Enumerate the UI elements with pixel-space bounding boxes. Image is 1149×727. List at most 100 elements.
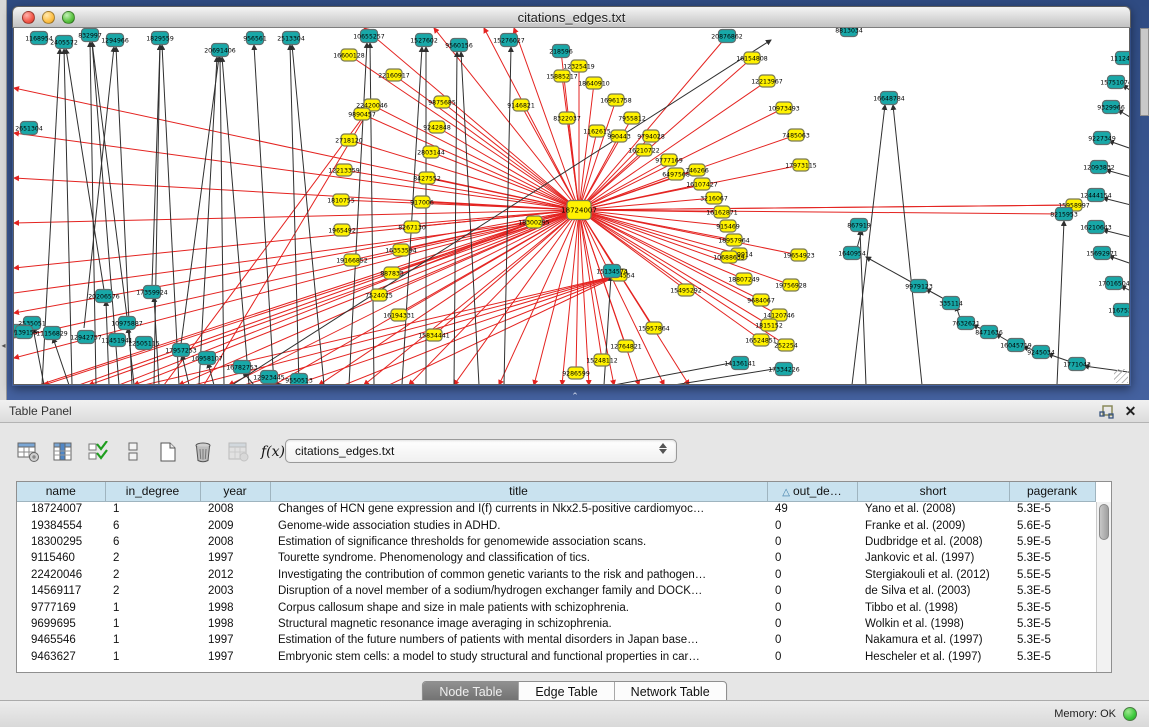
- network-node[interactable]: 16648784: [873, 92, 905, 105]
- network-node[interactable]: 917006: [410, 196, 434, 208]
- network-node[interactable]: 9242848: [423, 121, 451, 133]
- table-row[interactable]: 977716911998Corpus callosum shape and si…: [17, 599, 1095, 615]
- scrollbar-thumb[interactable]: [1099, 504, 1109, 540]
- network-node[interactable]: 2803144: [417, 146, 445, 158]
- network-node[interactable]: 8427552: [413, 172, 441, 184]
- table-row[interactable]: 1938455462009Genome-wide association stu…: [17, 517, 1095, 533]
- network-node[interactable]: 20876862: [711, 30, 743, 43]
- node-table-header[interactable]: namein_degreeyeartitle△out_de…shortpager…: [17, 482, 1095, 501]
- close-button[interactable]: [22, 11, 35, 24]
- network-node[interactable]: 12444154: [1080, 189, 1112, 202]
- network-node[interactable]: 218596: [549, 45, 573, 58]
- network-node[interactable]: 17359924: [136, 286, 168, 299]
- network-node[interactable]: 18957964: [718, 234, 750, 246]
- delete-table-icon[interactable]: [191, 441, 215, 463]
- network-node[interactable]: 16210643: [1080, 221, 1112, 234]
- network-node[interactable]: 12213967: [751, 75, 783, 87]
- close-panel-icon[interactable]: ✕: [1122, 403, 1139, 420]
- row-height-icon[interactable]: [121, 441, 145, 463]
- network-node[interactable]: 2651304: [15, 122, 43, 135]
- network-node[interactable]: 16194331: [383, 309, 415, 321]
- network-node[interactable]: 15248112: [586, 354, 618, 366]
- network-node[interactable]: 19166852: [336, 254, 368, 266]
- network-node[interactable]: 9146821: [507, 99, 535, 111]
- float-panel-icon[interactable]: [1098, 403, 1115, 420]
- network-node[interactable]: 746266: [685, 164, 709, 176]
- zoom-button[interactable]: [62, 11, 75, 24]
- network-node[interactable]: 22160917: [378, 69, 410, 81]
- table-row[interactable]: 1456911722003Disruption of a novel membe…: [17, 583, 1095, 599]
- network-node[interactable]: 335114: [939, 297, 963, 310]
- network-node[interactable]: 887833: [380, 267, 404, 279]
- network-node[interactable]: 1527602: [410, 34, 438, 47]
- network-node[interactable]: 10975887: [111, 317, 143, 330]
- network-node[interactable]: 9777169: [655, 154, 683, 166]
- table-row[interactable]: 946362711997Embryonic stem cells: a mode…: [17, 649, 1095, 665]
- network-node[interactable]: 1168954: [25, 32, 53, 45]
- network-node[interactable]: 1112445: [1110, 52, 1130, 65]
- network-node[interactable]: 915469: [716, 220, 740, 232]
- table-row[interactable]: 969969511998Structural magnetic resonanc…: [17, 616, 1095, 632]
- network-node[interactable]: 10655257: [353, 30, 385, 43]
- network-node[interactable]: 2513304: [277, 32, 305, 45]
- table-settings-icon[interactable]: [16, 441, 40, 463]
- network-node[interactable]: 11156829: [36, 327, 68, 340]
- network-node[interactable]: 1965492: [328, 224, 356, 236]
- network-node[interactable]: 15834441: [418, 329, 450, 341]
- column-header-in_degree[interactable]: in_degree: [105, 482, 200, 501]
- network-node[interactable]: 12213359: [328, 164, 360, 176]
- network-node[interactable]: 14136141: [724, 357, 756, 370]
- column-header-short[interactable]: short: [857, 482, 1009, 501]
- function-builder-icon[interactable]: f(x): [261, 441, 285, 463]
- network-node[interactable]: 17334226: [768, 363, 800, 376]
- network-node[interactable]: 16107427: [686, 178, 718, 190]
- network-canvas[interactable]: 8322037116261599044316961758795581297940…: [13, 28, 1130, 385]
- column-visibility-icon[interactable]: [51, 441, 75, 463]
- network-node[interactable]: 2718120: [335, 134, 363, 146]
- network-node[interactable]: 1294966: [101, 34, 129, 47]
- new-table-icon[interactable]: [156, 441, 180, 463]
- network-node[interactable]: 10973493: [768, 102, 800, 114]
- table-row[interactable]: 1830029562008Estimation of significance …: [17, 534, 1095, 550]
- network-node[interactable]: 16961758: [600, 94, 632, 106]
- network-node[interactable]: 8813034: [835, 28, 863, 37]
- table-scrollbar[interactable]: [1096, 502, 1111, 673]
- splitter-collapse-arrow-icon[interactable]: ◂: [0, 340, 7, 352]
- network-window-titlebar[interactable]: citations_edges.txt: [12, 6, 1131, 28]
- network-node[interactable]: 956561: [243, 32, 267, 45]
- network-node[interactable]: 15957864: [638, 322, 670, 334]
- network-node[interactable]: 9560156: [445, 39, 473, 52]
- network-node[interactable]: 832997: [78, 29, 102, 42]
- table-row[interactable]: 1872400712008Changes of HCN gene express…: [17, 501, 1095, 517]
- network-node[interactable]: 16154808: [736, 52, 768, 64]
- network-node[interactable]: 7632621: [952, 317, 980, 330]
- table-selector-dropdown[interactable]: citations_edges.txt: [285, 439, 677, 463]
- column-header-name[interactable]: name: [17, 482, 105, 501]
- network-node[interactable]: 16162871: [706, 206, 738, 218]
- network-node[interactable]: 12764821: [610, 340, 642, 352]
- minimize-button[interactable]: [42, 11, 55, 24]
- column-header-out_de[interactable]: △out_de…: [767, 482, 857, 501]
- table-row[interactable]: 2242004622012Investigating the contribut…: [17, 567, 1095, 583]
- column-header-pagerank[interactable]: pagerank: [1009, 482, 1095, 501]
- network-node[interactable]: 20206576: [88, 290, 120, 303]
- network-node[interactable]: 7485063: [782, 129, 810, 141]
- panel-splitter-grip[interactable]: ⌃: [569, 392, 581, 400]
- network-node[interactable]: 1829559: [146, 32, 174, 45]
- network-node[interactable]: 20691406: [204, 44, 236, 57]
- network-node[interactable]: 16353594: [385, 244, 417, 256]
- network-node[interactable]: 7955812: [618, 112, 646, 124]
- network-node[interactable]: 18724007: [561, 201, 597, 220]
- column-header-title[interactable]: title: [270, 482, 767, 501]
- network-node[interactable]: 867919: [847, 219, 871, 232]
- network-node[interactable]: 16600128: [333, 49, 365, 61]
- network-node[interactable]: 9794028: [637, 130, 665, 142]
- network-node[interactable]: 1771043: [1063, 358, 1091, 371]
- network-node[interactable]: 9684067: [747, 294, 775, 306]
- network-node[interactable]: 3216067: [700, 192, 728, 204]
- network-graph[interactable]: 8322037116261599044316961758795581297940…: [14, 28, 1130, 385]
- network-node[interactable]: 1640954: [838, 247, 866, 260]
- network-node[interactable]: 8322037: [553, 112, 581, 124]
- table-row[interactable]: 911546021997Tourette syndrome. Phenomeno…: [17, 550, 1095, 566]
- network-node[interactable]: 9286599: [562, 367, 590, 379]
